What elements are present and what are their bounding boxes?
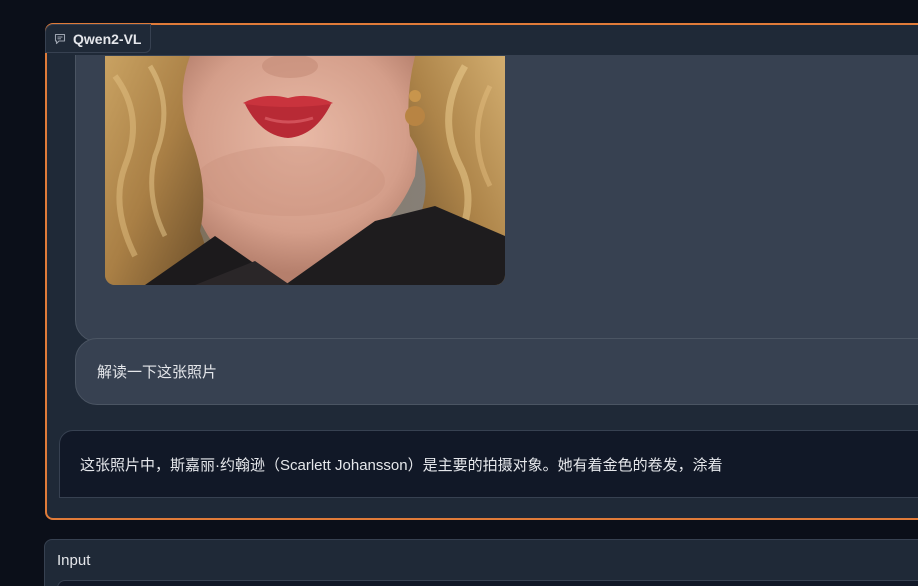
chatbot-label-text: Qwen2-VL	[73, 30, 142, 47]
photo-portrait-image	[105, 56, 505, 285]
chatbot-label: Qwen2-VL	[45, 24, 152, 53]
assistant-message-bubble: 这张照片中，斯嘉丽·约翰逊（Scarlett Johansson）是主要的拍摄对…	[59, 430, 918, 498]
user-message-text: 解读一下这张照片	[97, 364, 218, 381]
app-page: 解读一下这张照片 这张照片中，斯嘉丽·约翰逊（Scarlett Johansso…	[0, 0, 918, 586]
input-label: Input	[57, 552, 91, 569]
assistant-message-text: 这张照片中，斯嘉丽·约翰逊（Scarlett Johansson）是主要的拍摄对…	[80, 456, 723, 474]
chatbot-panel: 解读一下这张照片 这张照片中，斯嘉丽·约翰逊（Scarlett Johansso…	[45, 23, 918, 520]
input-textbox[interactable]	[57, 580, 918, 586]
chat-bubble-icon	[54, 33, 66, 45]
image-message-bubble	[75, 55, 918, 342]
chat-scroll-area[interactable]: 解读一下这张照片 这张照片中，斯嘉丽·约翰逊（Scarlett Johansso…	[49, 55, 918, 518]
uploaded-photo[interactable]	[105, 56, 505, 285]
input-panel: Input	[44, 539, 918, 586]
user-message-bubble: 解读一下这张照片	[75, 338, 918, 405]
